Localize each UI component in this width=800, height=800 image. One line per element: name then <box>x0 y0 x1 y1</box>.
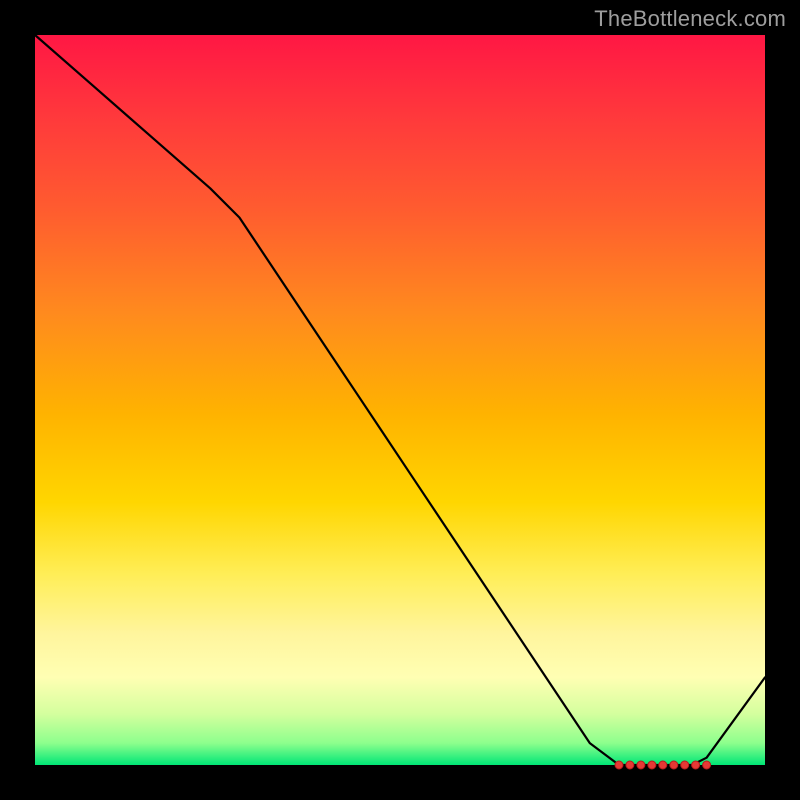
chart-frame: TheBottleneck.com <box>0 0 800 800</box>
plot-area <box>35 35 765 765</box>
watermark-text: TheBottleneck.com <box>594 6 786 32</box>
chart-svg <box>35 35 765 765</box>
optimal-range-markers <box>615 761 711 769</box>
optimal-point <box>692 761 700 769</box>
optimal-point <box>703 761 711 769</box>
optimal-point <box>626 761 634 769</box>
optimal-point <box>648 761 656 769</box>
optimal-point <box>637 761 645 769</box>
optimal-point <box>670 761 678 769</box>
optimal-point <box>659 761 667 769</box>
optimal-point <box>681 761 689 769</box>
bottleneck-curve <box>35 35 765 765</box>
optimal-point <box>615 761 623 769</box>
